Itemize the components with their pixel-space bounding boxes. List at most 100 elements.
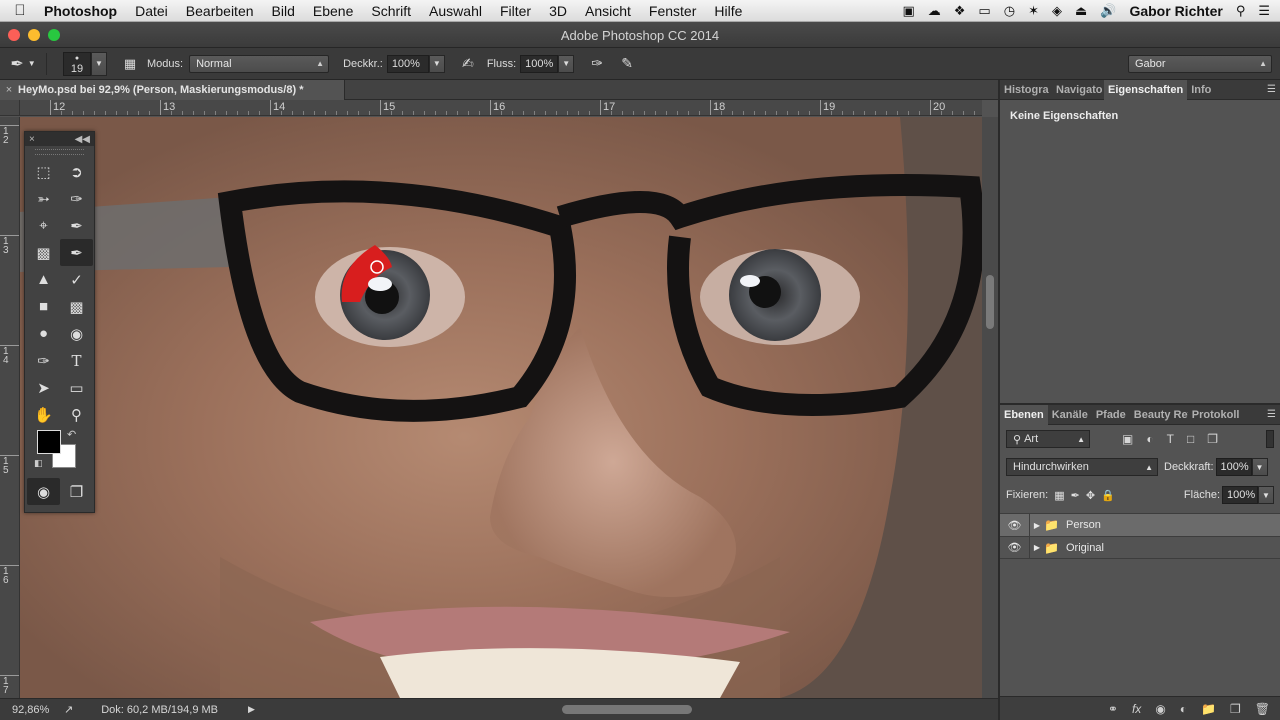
cloud-icon[interactable]: ☁ (928, 3, 941, 19)
eject-icon[interactable]: ⏏ (1075, 3, 1087, 19)
deckkraft-dropdown-arrow[interactable]: ▼ (428, 54, 445, 73)
tab-beauty-retouch[interactable]: Beauty Ret (1130, 405, 1188, 425)
properties-panel-menu-icon[interactable]: ☰ (1267, 84, 1276, 95)
menu-ebene[interactable]: Ebene (304, 3, 362, 19)
fill-input[interactable]: 100% (1222, 486, 1258, 504)
document-canvas[interactable] (20, 117, 982, 698)
quick-selection-tool-icon[interactable]: ✑ (60, 185, 93, 212)
expand-group-icon[interactable]: ▶ (1030, 543, 1044, 552)
menu-ansicht[interactable]: Ansicht (576, 3, 640, 19)
filter-toggle-switch[interactable] (1266, 430, 1274, 448)
vertical-ruler[interactable]: 12 13 14 15 16 17 (0, 117, 20, 698)
ruler-origin[interactable] (0, 100, 20, 116)
delete-layer-icon[interactable]: 🗑 (1255, 702, 1270, 716)
menu-bearbeiten[interactable]: Bearbeiten (177, 3, 263, 19)
presentation-icon[interactable]: ▣ (902, 3, 914, 19)
filter-adjustment-icon[interactable]: ◐ (1146, 432, 1153, 446)
vertical-scrollbar[interactable] (982, 117, 998, 698)
menu-schrift[interactable]: Schrift (362, 3, 420, 19)
lock-pixels-icon[interactable]: ✒ (1071, 489, 1080, 502)
wifi-icon[interactable]: ◈ (1052, 3, 1062, 19)
link-layers-icon[interactable]: ⚭ (1108, 702, 1118, 716)
gradient-tool-icon[interactable]: ▩ (60, 293, 93, 320)
tab-navigator[interactable]: Navigato (1052, 80, 1104, 100)
document-tab[interactable]: × HeyMo.psd bei 92,9% (Person, Maskierun… (0, 80, 345, 100)
rectangle-tool-icon[interactable]: ▭ (60, 374, 93, 401)
tools-grip[interactable] (35, 149, 84, 155)
horizontal-scroll-thumb[interactable] (562, 705, 692, 714)
tab-info[interactable]: Info (1187, 80, 1215, 100)
menu-datei[interactable]: Datei (126, 3, 177, 19)
fluss-dropdown-arrow[interactable]: ▼ (558, 54, 575, 73)
crop-tool-icon[interactable]: ⌖ (27, 212, 60, 239)
pen-tool-icon[interactable]: ✑ (27, 347, 60, 374)
lock-position-icon[interactable]: ✥ (1086, 489, 1095, 502)
menu-app-photoshop[interactable]: Photoshop (40, 3, 126, 19)
apple-icon[interactable]:  (0, 2, 40, 19)
collapse-tools-icon[interactable]: ◀◀ (75, 134, 90, 145)
menu-auswahl[interactable]: Auswahl (420, 3, 491, 19)
pressure-size-icon[interactable]: ✎ (612, 55, 642, 72)
workspace-select[interactable]: Gabor ▲ (1128, 54, 1272, 73)
deckkraft-input[interactable]: 100% (386, 54, 429, 73)
expand-group-icon[interactable]: ▶ (1030, 521, 1044, 530)
user-name[interactable]: Gabor Richter (1129, 3, 1222, 19)
tab-ebenen[interactable]: Ebenen (1000, 404, 1048, 425)
pressure-opacity-icon[interactable]: ✍ (453, 55, 483, 72)
brush-tool-preset-icon[interactable]: ✒ ▼ (0, 50, 46, 78)
quick-mask-mode-icon[interactable]: ◉ (27, 478, 60, 505)
layers-panel-menu-icon[interactable]: ☰ (1267, 409, 1276, 420)
visibility-eye-icon[interactable]: 👁 (1000, 536, 1030, 559)
export-icon[interactable]: ↗ (64, 703, 73, 716)
lasso-tool-icon[interactable]: ➳ (27, 185, 60, 212)
marquee-tool-icon[interactable]: ⬚ (27, 158, 60, 185)
history-brush-tool-icon[interactable]: ✓ (60, 266, 93, 293)
airbrush-icon[interactable]: ✑ (582, 55, 612, 72)
close-document-icon[interactable]: × (0, 84, 18, 96)
lock-all-icon[interactable]: 🔒 (1101, 489, 1115, 502)
hand-tool-icon[interactable]: ✋ (27, 401, 60, 428)
brush-tool-icon[interactable]: ✒ (60, 239, 93, 266)
horizontal-ruler[interactable]: 12 13 14 15 16 17 18 19 20 (20, 100, 982, 116)
brush-panel-toggle-icon[interactable]: ▦ (119, 56, 141, 72)
close-tools-icon[interactable]: × (29, 134, 35, 145)
time-machine-icon[interactable]: ◷ (1004, 3, 1015, 19)
spotlight-search-icon[interactable]: ⚲ (1236, 3, 1246, 19)
tools-panel-header[interactable]: × ◀◀ (25, 132, 94, 146)
notification-center-icon[interactable]: ☰ (1258, 3, 1270, 19)
swap-colors-icon[interactable]: ↶ (67, 428, 76, 441)
foreground-color-swatch[interactable] (37, 430, 61, 454)
tab-protokoll[interactable]: Protokoll (1188, 405, 1244, 425)
airplay-icon[interactable]: ▭ (978, 3, 990, 19)
layer-row-original[interactable]: 👁 ▶ 📁 Original (1000, 536, 1280, 559)
fluss-input[interactable]: 100% (520, 54, 559, 73)
lock-transparency-icon[interactable]: ▦ (1054, 489, 1064, 502)
healing-brush-tool-icon[interactable]: ▩ (27, 239, 60, 266)
tab-kanaele[interactable]: Kanäle (1048, 405, 1092, 425)
bluetooth-icon[interactable]: ✶ (1028, 3, 1039, 19)
new-layer-icon[interactable]: ❐ (1230, 702, 1241, 716)
zoom-tool-icon[interactable]: ⚲ (60, 401, 93, 428)
default-colors-icon[interactable]: ◧ (34, 458, 43, 469)
brush-size-dropdown-arrow[interactable]: ▼ (91, 51, 107, 76)
filter-pixel-icon[interactable]: ▣ (1122, 432, 1133, 446)
modus-select[interactable]: Normal ▲︎ (189, 54, 330, 73)
menu-hilfe[interactable]: Hilfe (705, 3, 751, 19)
dodge-tool-icon[interactable]: ◉ (60, 320, 93, 347)
move-tool-icon[interactable]: ➲ (60, 158, 93, 185)
tab-histogramm[interactable]: Histogra (1000, 80, 1052, 100)
add-mask-icon[interactable]: ◉ (1155, 702, 1165, 716)
layer-style-fx-icon[interactable]: fx (1132, 702, 1141, 716)
volume-icon[interactable]: 🔊 (1100, 3, 1116, 19)
adjustment-layer-icon[interactable]: ◐ (1180, 702, 1187, 716)
layer-row-person[interactable]: 👁 ▶ 📁 Person (1000, 513, 1280, 537)
new-group-icon[interactable]: 📁 (1201, 702, 1216, 716)
blur-tool-icon[interactable]: ● (27, 320, 60, 347)
type-tool-icon[interactable]: T (60, 347, 93, 374)
menu-3d[interactable]: 3D (540, 3, 576, 19)
path-selection-tool-icon[interactable]: ➤ (27, 374, 60, 401)
tab-eigenschaften[interactable]: Eigenschaften (1104, 79, 1188, 100)
tab-pfade[interactable]: Pfade (1092, 405, 1130, 425)
layer-filter-select[interactable]: ⚲ Art ▲ (1006, 430, 1090, 448)
menu-bild[interactable]: Bild (263, 3, 304, 19)
